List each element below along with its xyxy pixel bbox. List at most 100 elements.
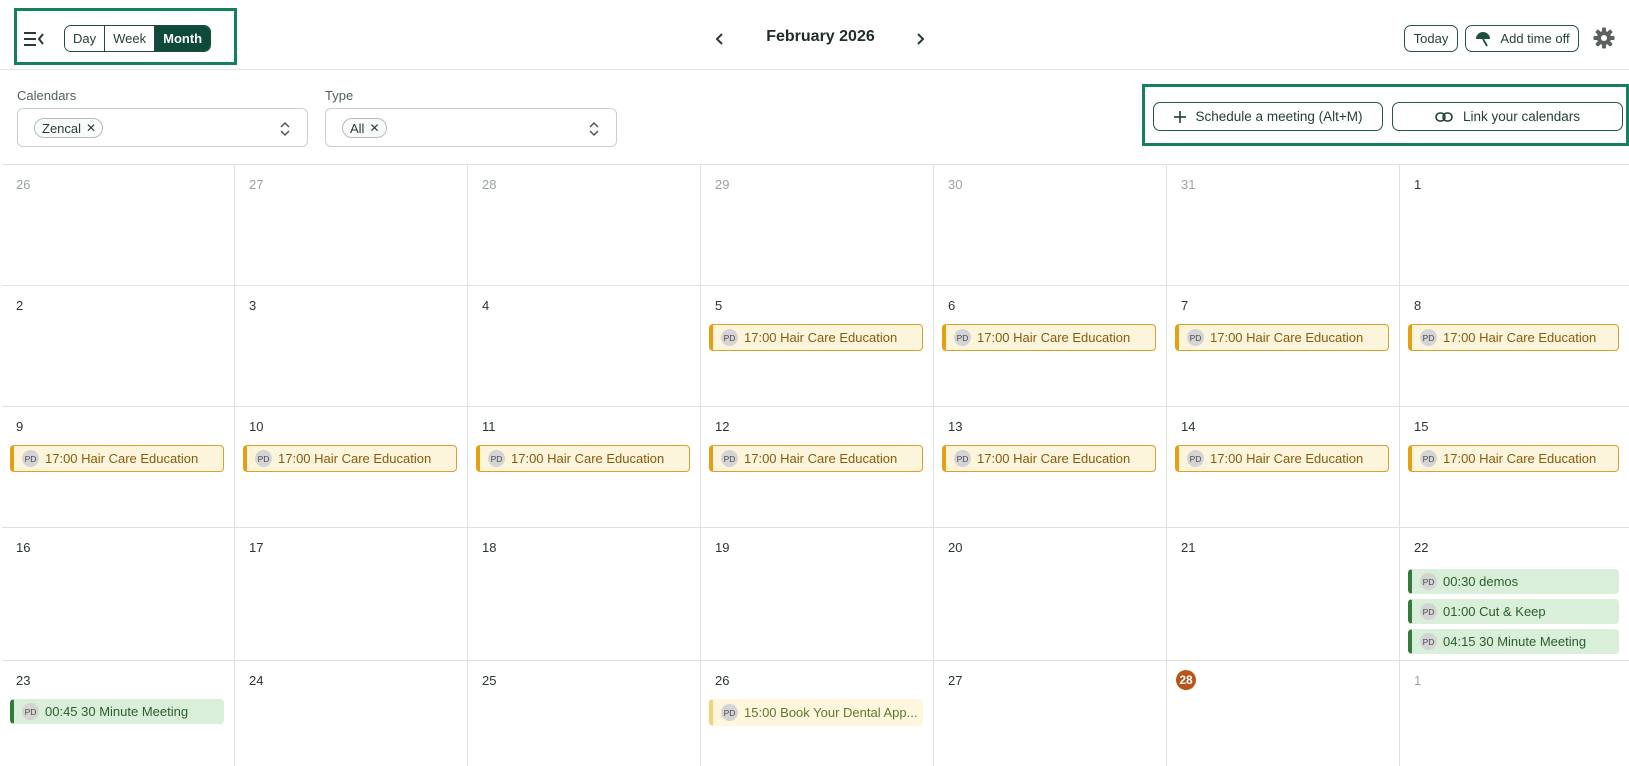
event-title: 04:15 30 Minute Meeting	[1443, 634, 1587, 649]
calendar-event[interactable]: PD 17:00 Hair Care Education	[942, 324, 1156, 351]
day-cell[interactable]: 18	[468, 528, 701, 661]
day-cell[interactable]: 29	[701, 165, 934, 286]
day-number: 6	[948, 298, 956, 313]
day-cell[interactable]: 16	[2, 528, 235, 661]
day-number: 26	[715, 673, 730, 688]
view-month-button[interactable]: Month	[155, 26, 211, 51]
calendar-event[interactable]: PD 17:00 Hair Care Education	[1408, 324, 1619, 351]
day-number: 12	[715, 419, 730, 434]
day-number: 30	[948, 177, 963, 192]
event-title: 01:00 Cut & Keep	[1443, 604, 1546, 619]
add-time-off-label: Add time off	[1500, 31, 1570, 46]
calendar-event[interactable]: PD 17:00 Hair Care Education	[709, 324, 923, 351]
link-icon	[1435, 111, 1453, 123]
view-switcher: Day Week Month	[64, 25, 212, 52]
day-cell[interactable]: 13 PD 17:00 Hair Care Education	[934, 407, 1167, 528]
event-title: 00:45 30 Minute Meeting	[45, 704, 189, 719]
day-number: 14	[1181, 419, 1196, 434]
today-button[interactable]: Today	[1404, 25, 1458, 52]
day-cell[interactable]: 24	[235, 661, 468, 766]
add-time-off-button[interactable]: Add time off	[1465, 25, 1579, 52]
day-cell[interactable]: 4	[468, 286, 701, 407]
day-cell[interactable]: 27	[235, 165, 468, 286]
day-cell[interactable]: 17	[235, 528, 468, 661]
day-number: 26	[16, 177, 31, 192]
day-number: 9	[16, 419, 24, 434]
calendar-event[interactable]: PD 17:00 Hair Care Education	[1175, 445, 1389, 472]
calendar-event[interactable]: PD 17:00 Hair Care Education	[942, 445, 1156, 472]
day-number: 29	[715, 177, 730, 192]
day-number: 28	[482, 177, 497, 192]
day-cell[interactable]: 20	[934, 528, 1167, 661]
day-number: 4	[482, 298, 490, 313]
day-number: 31	[1181, 177, 1196, 192]
day-cell[interactable]: 1	[1400, 661, 1629, 766]
day-cell[interactable]: 19	[701, 528, 934, 661]
gear-icon[interactable]	[1592, 26, 1616, 50]
day-cell[interactable]: 5 PD 17:00 Hair Care Education	[701, 286, 934, 407]
day-cell[interactable]: 28	[468, 165, 701, 286]
remove-chip-icon[interactable]: ✕	[86, 121, 96, 135]
day-cell[interactable]: 31	[1167, 165, 1400, 286]
event-title: 17:00 Hair Care Education	[744, 330, 898, 345]
day-cell[interactable]: 30	[934, 165, 1167, 286]
day-cell[interactable]: 28	[1167, 661, 1400, 766]
calendar-event[interactable]: PD 17:00 Hair Care Education	[709, 445, 923, 472]
day-cell[interactable]: 25	[468, 661, 701, 766]
calendar-event[interactable]: PD 17:00 Hair Care Education	[476, 445, 690, 472]
day-number: 18	[482, 540, 497, 555]
type-select[interactable]: All ✕	[325, 108, 617, 147]
collapse-menu-icon[interactable]	[22, 28, 46, 50]
event-title: 17:00 Hair Care Education	[1210, 451, 1364, 466]
day-cell[interactable]: 26 PD 15:00 Book Your Dental App...	[701, 661, 934, 766]
calendar-event[interactable]: PD 17:00 Hair Care Education	[10, 445, 224, 472]
avatar: PD	[22, 703, 39, 720]
calendar-event[interactable]: PD 17:00 Hair Care Education	[1408, 445, 1619, 472]
day-number: 3	[249, 298, 257, 313]
calendars-label: Calendars	[17, 88, 77, 103]
calendar-event[interactable]: PD 17:00 Hair Care Education	[1175, 324, 1389, 351]
day-cell[interactable]: 6 PD 17:00 Hair Care Education	[934, 286, 1167, 407]
type-chip: All ✕	[342, 118, 387, 138]
day-cell[interactable]: 9 PD 17:00 Hair Care Education	[2, 407, 235, 528]
day-cell[interactable]: 26	[2, 165, 235, 286]
event-title: 17:00 Hair Care Education	[278, 451, 432, 466]
schedule-meeting-button[interactable]: Schedule a meeting (Alt+M)	[1153, 102, 1383, 131]
day-cell[interactable]: 8 PD 17:00 Hair Care Education	[1400, 286, 1629, 407]
event-title: 17:00 Hair Care Education	[977, 451, 1131, 466]
day-cell[interactable]: 21	[1167, 528, 1400, 661]
day-cell[interactable]: 2	[2, 286, 235, 407]
remove-chip-icon[interactable]: ✕	[369, 121, 379, 135]
day-cell[interactable]: 3	[235, 286, 468, 407]
day-cell[interactable]: 15 PD 17:00 Hair Care Education	[1400, 407, 1629, 528]
day-cell[interactable]: 1	[1400, 165, 1629, 286]
calendar-event[interactable]: PD 00:30 demos	[1408, 569, 1619, 594]
link-calendars-label: Link your calendars	[1462, 109, 1581, 124]
previous-month-icon[interactable]	[709, 28, 731, 50]
day-cell[interactable]: 27	[934, 661, 1167, 766]
day-cell[interactable]: 14 PD 17:00 Hair Care Education	[1167, 407, 1400, 528]
view-day-button[interactable]: Day	[65, 26, 106, 51]
day-number: 2	[16, 298, 24, 313]
calendar-event[interactable]: PD 17:00 Hair Care Education	[243, 445, 457, 472]
day-cell[interactable]: 10 PD 17:00 Hair Care Education	[235, 407, 468, 528]
day-cell[interactable]: 12 PD 17:00 Hair Care Education	[701, 407, 934, 528]
day-number: 15	[1414, 419, 1429, 434]
day-cell[interactable]: 23 PD 00:45 30 Minute Meeting	[2, 661, 235, 766]
day-number: 21	[1181, 540, 1196, 555]
calendars-select[interactable]: Zencal ✕	[17, 108, 308, 147]
day-cell[interactable]: 22 PD 00:30 demos PD 01:00 Cut & Keep PD 04:15…	[1400, 528, 1629, 661]
calendar-event[interactable]: PD 01:00 Cut & Keep	[1408, 599, 1619, 624]
next-month-icon[interactable]	[909, 28, 931, 50]
view-week-button[interactable]: Week	[105, 26, 156, 51]
calendar-event[interactable]: PD 00:45 30 Minute Meeting	[10, 699, 224, 724]
link-calendars-button[interactable]: Link your calendars	[1392, 102, 1623, 131]
day-number: 19	[715, 540, 730, 555]
calendar-event[interactable]: PD 04:15 30 Minute Meeting	[1408, 629, 1619, 654]
day-cell[interactable]: 7 PD 17:00 Hair Care Education	[1167, 286, 1400, 407]
avatar: PD	[954, 329, 971, 346]
event-title: 17:00 Hair Care Education	[45, 451, 199, 466]
day-cell[interactable]: 11 PD 17:00 Hair Care Education	[468, 407, 701, 528]
avatar: PD	[22, 450, 39, 467]
calendar-event[interactable]: PD 15:00 Book Your Dental App...	[709, 699, 923, 726]
